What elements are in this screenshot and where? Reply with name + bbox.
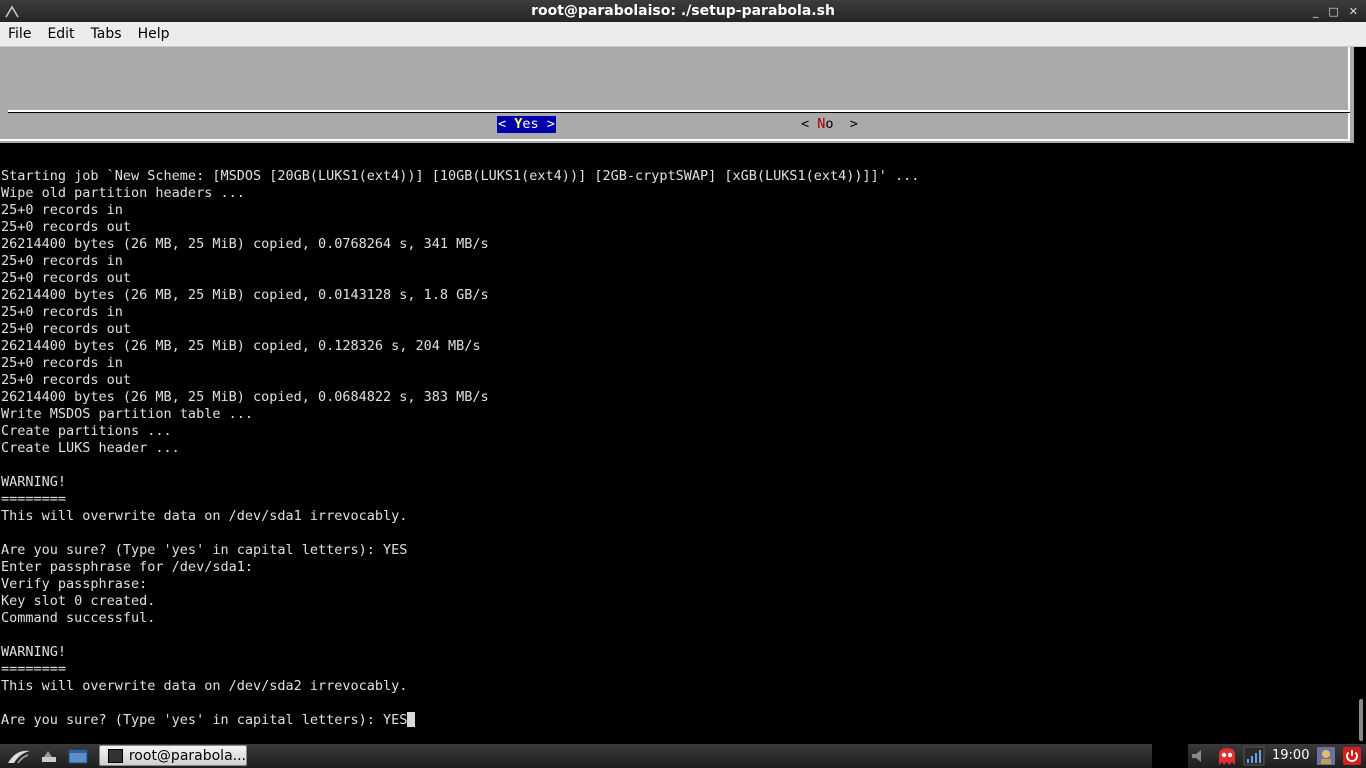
yes-label-rest: es: [522, 116, 539, 132]
tray-blank-area: [1152, 744, 1188, 768]
show-desktop-icon[interactable]: [40, 748, 58, 764]
taskbar-terminal-task[interactable]: root@parabola...: [99, 745, 247, 766]
terminal-line: 25+0 records out: [1, 270, 132, 286]
terminal-line: Verify passphrase:: [1, 576, 148, 592]
terminal-line: Wipe old partition headers ...: [1, 185, 245, 201]
terminal-view[interactable]: < Yes > < No > Starting job `New Scheme:…: [0, 47, 1354, 744]
terminal-line: Create partitions ...: [1, 423, 172, 439]
terminal-line: WARNING!: [1, 474, 67, 490]
menu-help[interactable]: Help: [130, 26, 178, 42]
terminal-line: Enter passphrase for /dev/sda1:: [1, 559, 253, 575]
parabola-logo-icon[interactable]: [6, 747, 32, 765]
terminal-icon: [108, 748, 123, 763]
terminal-line: Are you sure? (Type 'yes' in capital let…: [1, 542, 408, 558]
no-bracket-open: <: [801, 116, 818, 132]
confirm-dialog: < Yes > < No >: [0, 47, 1354, 151]
terminal-prompt[interactable]: Are you sure? (Type 'yes' in capital let…: [1, 712, 407, 728]
terminal-line: Starting job `New Scheme: [MSDOS [20GB(L…: [1, 168, 920, 184]
maximize-button[interactable]: □: [1328, 5, 1338, 18]
terminal-line: 25+0 records out: [1, 321, 132, 337]
no-button[interactable]: < No >: [801, 116, 858, 133]
minimize-button[interactable]: _: [1313, 5, 1319, 18]
window-titlebar[interactable]: root@parabolaiso: ./setup-parabola.sh _ …: [0, 0, 1366, 22]
network-signal-icon[interactable]: [1243, 746, 1265, 766]
close-button[interactable]: ✕: [1349, 5, 1358, 18]
file-manager-icon[interactable]: [68, 748, 88, 764]
menu-file[interactable]: File: [0, 26, 39, 42]
menu-edit[interactable]: Edit: [39, 26, 82, 42]
terminal-line: 25+0 records out: [1, 372, 132, 388]
terminal-line: Write MSDOS partition table ...: [1, 406, 253, 422]
window-title: root@parabolaiso: ./setup-parabola.sh: [531, 3, 835, 19]
terminal-line: This will overwrite data on /dev/sda1 ir…: [1, 508, 408, 524]
terminal-line: 26214400 bytes (26 MB, 25 MiB) copied, 0…: [1, 287, 489, 303]
no-bracket-close: >: [833, 116, 858, 132]
yes-bracket-close: >: [538, 116, 555, 132]
terminal-scrollbar[interactable]: [1354, 47, 1366, 744]
scrollbar-thumb[interactable]: [1359, 699, 1363, 741]
terminal-line: WARNING!: [1, 644, 67, 660]
dialog-frame: [0, 47, 1350, 141]
window-menu-icon[interactable]: [4, 3, 20, 19]
clock[interactable]: 19:00: [1272, 744, 1309, 768]
terminal-line: Command successful.: [1, 610, 156, 626]
terminal-line: 26214400 bytes (26 MB, 25 MiB) copied, 0…: [1, 338, 481, 354]
terminal-line: 26214400 bytes (26 MB, 25 MiB) copied, 0…: [1, 236, 489, 252]
terminal-line: 25+0 records in: [1, 304, 123, 320]
terminal-line: 26214400 bytes (26 MB, 25 MiB) copied, 0…: [1, 389, 489, 405]
task-label: root@parabola...: [128, 747, 246, 764]
yes-button[interactable]: < Yes >: [497, 116, 556, 133]
menu-tabs[interactable]: Tabs: [83, 26, 130, 42]
terminal-line: Create LUKS header ...: [1, 440, 180, 456]
terminal-line: 25+0 records out: [1, 219, 132, 235]
yes-bracket-open: <: [498, 116, 515, 132]
terminal-line: 25+0 records in: [1, 253, 123, 269]
terminal-line: Key slot 0 created.: [1, 593, 156, 609]
terminal-line: This will overwrite data on /dev/sda2 ir…: [1, 678, 408, 694]
user-switch-icon[interactable]: [1316, 746, 1336, 766]
volume-icon[interactable]: [1190, 748, 1208, 764]
terminal-line: ========: [1, 661, 67, 677]
terminal-output: Starting job `New Scheme: [MSDOS [20GB(L…: [1, 168, 919, 729]
dialog-shadow: [0, 143, 1354, 151]
ghost-icon[interactable]: [1216, 746, 1238, 766]
no-label-rest: o: [825, 116, 834, 132]
taskbar: root@parabola... 19:00: [0, 744, 1366, 768]
menu-bar: File Edit Tabs Help: [0, 22, 1366, 47]
text-cursor: [407, 712, 416, 727]
terminal-line: ========: [1, 491, 67, 507]
terminal-line: 25+0 records in: [1, 355, 123, 371]
dialog-separator: [8, 110, 1350, 113]
power-icon[interactable]: [1342, 746, 1362, 766]
terminal-line: 25+0 records in: [1, 202, 123, 218]
